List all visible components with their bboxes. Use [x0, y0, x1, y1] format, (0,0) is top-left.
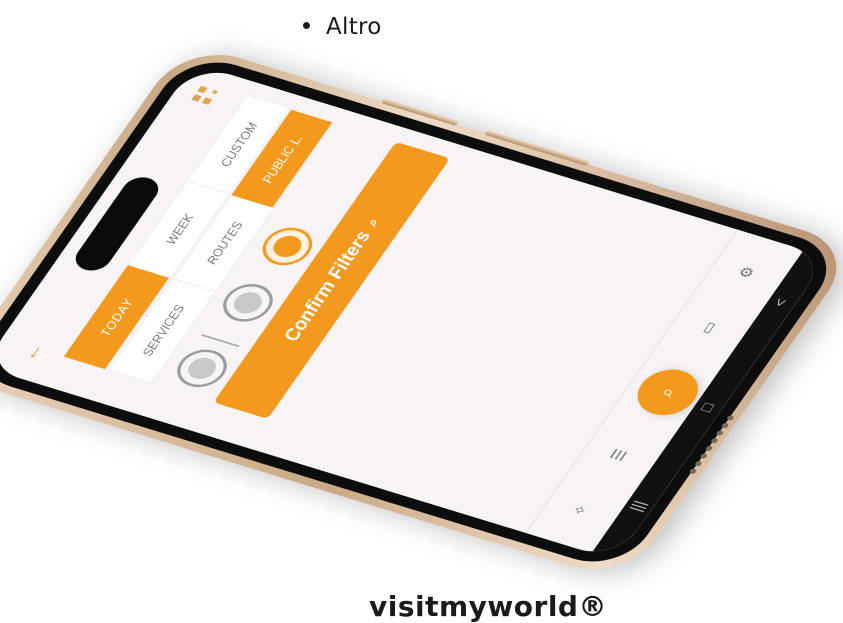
arrow-left-icon[interactable]: ← [14, 339, 50, 363]
bookmarks-icon[interactable]: ▭ [695, 319, 722, 336]
recent-apps-button[interactable]: ||| [627, 499, 650, 514]
home-button[interactable]: □ [697, 401, 719, 414]
back-button[interactable]: < [771, 297, 793, 309]
qr-code-icon[interactable] [191, 85, 218, 105]
bullet-item: Altro [303, 14, 382, 40]
brand-logo-text: visitmyworld® [369, 590, 607, 623]
list-search-icon[interactable]: ☰ [606, 447, 632, 464]
search-icon: ⌕ [361, 217, 381, 229]
sparkles-icon[interactable]: ✧ [568, 502, 594, 518]
category-divider [201, 334, 240, 348]
search-icon: ⌕ [654, 384, 681, 400]
bottom-navigation: ✧ ☰ ⌕ ▭ ⚙ ||| □ < [525, 229, 829, 561]
phone-mockup: ← TODAY WEEK CUSTOM SERVICES ROUTES PUBL… [0, 41, 843, 583]
bullet-text: Altro [326, 14, 382, 40]
gear-icon[interactable]: ⚙ [734, 264, 760, 281]
system-navigation-bar: ||| □ < [591, 249, 829, 561]
bullet-dot [303, 22, 310, 29]
